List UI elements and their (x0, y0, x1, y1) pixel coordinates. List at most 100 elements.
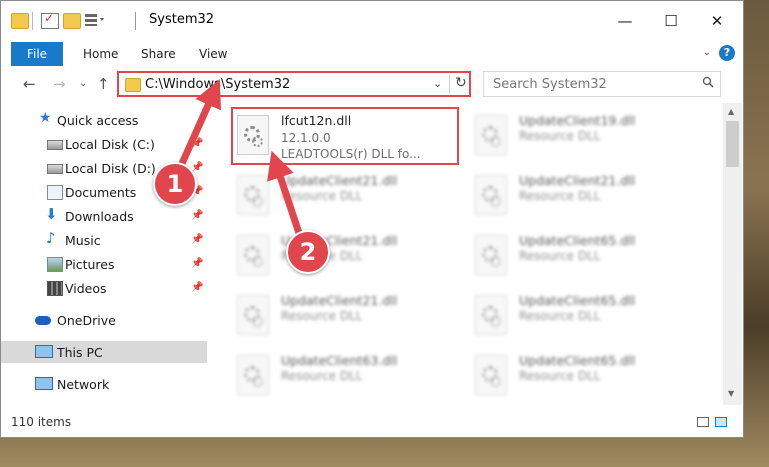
refresh-icon[interactable]: ↻ (455, 75, 467, 91)
tab-file[interactable]: File (11, 42, 63, 66)
search-box[interactable]: Search System32 (483, 71, 721, 97)
chevron-down-icon[interactable]: ⌄ (433, 77, 442, 90)
sidebar-item-local-disk-c[interactable]: Local Disk (C:) 📌 (1, 133, 207, 155)
sidebar-item-label: Documents (65, 185, 137, 200)
sidebar-item-downloads[interactable]: ⬇ Downloads 📌 (1, 205, 207, 227)
tab-view[interactable]: View (199, 47, 227, 61)
file-type: Resource DLL (519, 369, 601, 383)
sidebar-item-label: Pictures (65, 257, 115, 272)
tiles-view-icon[interactable] (715, 417, 727, 427)
search-icon (702, 76, 714, 88)
file-type: Resource DLL (281, 309, 363, 323)
sidebar-item-quick-access[interactable]: ★ Quick access (1, 109, 207, 131)
file-item[interactable]: UpdateClient65.dll Resource DLL (469, 347, 699, 403)
drive-icon (47, 140, 63, 150)
file-type: Resource DLL (519, 309, 601, 323)
expand-ribbon-icon[interactable]: ⌄ (703, 47, 711, 58)
item-count: 110 items (11, 415, 72, 429)
sidebar-item-music[interactable]: ♪ Music 📌 (1, 229, 207, 251)
folder-icon (11, 13, 29, 29)
tab-share[interactable]: Share (141, 47, 176, 61)
dll-file-icon (237, 175, 269, 215)
sidebar-item-label: Local Disk (C:) (65, 137, 155, 152)
properties-icon[interactable]: ✓ (41, 11, 59, 29)
sidebar-item-network[interactable]: Network (1, 373, 207, 395)
step-badge-1: 1 (153, 162, 197, 206)
scroll-up-icon[interactable]: ▲ (728, 107, 734, 116)
cloud-icon (35, 316, 51, 325)
tab-home[interactable]: Home (83, 47, 118, 61)
music-icon: ♪ (46, 229, 56, 247)
file-item[interactable]: UpdateClient65.dll Resource DLL (469, 227, 699, 283)
search-input[interactable]: Search System32 (493, 77, 607, 92)
back-icon[interactable]: ← (23, 75, 36, 93)
file-name: UpdateClient65.dll (519, 293, 636, 308)
scroll-down-icon[interactable]: ▼ (728, 389, 734, 398)
pin-icon[interactable]: 📌 (191, 210, 203, 221)
network-icon (35, 377, 53, 390)
videos-icon (47, 281, 63, 296)
dll-file-icon (237, 355, 269, 395)
sidebar-item-videos[interactable]: Videos 📌 (1, 277, 207, 299)
computer-icon (35, 345, 53, 358)
star-icon: ★ (39, 110, 52, 126)
divider (135, 12, 136, 30)
sidebar-item-this-pc[interactable]: This PC (1, 341, 207, 363)
title-bar: ✓ System32 — ☐ ✕ (1, 1, 743, 41)
details-view-icon[interactable] (697, 417, 709, 427)
documents-icon (47, 185, 63, 200)
highlight-frame (231, 107, 459, 165)
forward-icon[interactable]: → (53, 75, 66, 93)
file-name: UpdateClient19.dll (519, 113, 636, 128)
close-button[interactable]: ✕ (695, 8, 739, 34)
sidebar-item-label: Quick access (57, 113, 139, 128)
help-icon[interactable]: ? (719, 45, 735, 61)
pictures-icon (47, 257, 63, 272)
drive-icon (47, 164, 63, 174)
minimize-button[interactable]: — (603, 8, 647, 34)
file-item[interactable]: UpdateClient63.dll Resource DLL (231, 347, 461, 403)
file-item[interactable]: UpdateClient19.dll Resource DLL (469, 107, 699, 163)
dll-file-icon (475, 295, 507, 335)
new-folder-icon[interactable] (63, 13, 81, 29)
address-bar[interactable]: C:\Windows\System32 ⌄ ↻ (117, 71, 471, 97)
sidebar-item-label: Network (57, 377, 110, 392)
dll-file-icon (475, 175, 507, 215)
file-item[interactable]: UpdateClient21.dll Resource DLL (231, 227, 461, 283)
pin-icon[interactable]: 📌 (191, 234, 203, 245)
window-title: System32 (149, 12, 215, 27)
file-name: UpdateClient21.dll (281, 173, 398, 188)
up-icon[interactable]: ↑ (97, 75, 110, 93)
recent-locations-icon[interactable]: ⌄ (79, 78, 87, 89)
pin-icon[interactable]: 📌 (191, 282, 203, 293)
vertical-scrollbar[interactable]: ▲ ▼ (723, 103, 742, 405)
file-item[interactable]: UpdateClient21.dll Resource DLL (469, 167, 699, 223)
file-item[interactable]: UpdateClient65.dll Resource DLL (469, 287, 699, 343)
dll-file-icon (237, 295, 269, 335)
dll-file-icon (475, 355, 507, 395)
file-type: Resource DLL (519, 129, 601, 143)
sidebar-item-pictures[interactable]: Pictures 📌 (1, 253, 207, 275)
address-path[interactable]: C:\Windows\System32 (145, 77, 290, 92)
dll-file-icon (237, 235, 269, 275)
sidebar-item-label: Music (65, 233, 101, 248)
sidebar-item-onedrive[interactable]: OneDrive (1, 309, 207, 331)
sidebar-item-label: This PC (57, 345, 103, 360)
file-type: Resource DLL (281, 369, 363, 383)
folder-icon (125, 78, 141, 92)
maximize-button[interactable]: ☐ (649, 8, 693, 34)
scroll-thumb[interactable] (726, 121, 739, 167)
pin-icon[interactable]: 📌 (191, 258, 203, 269)
file-name: UpdateClient63.dll (281, 353, 398, 368)
divider (449, 75, 450, 93)
dll-file-icon (475, 115, 507, 155)
ribbon-tabs: File Home Share View ⌄ ? (1, 41, 743, 68)
pin-icon[interactable]: 📌 (191, 138, 203, 149)
sidebar-item-label: OneDrive (57, 313, 116, 328)
file-item[interactable]: UpdateClient21.dll Resource DLL (231, 167, 461, 223)
customize-toolbar-icon[interactable] (85, 13, 104, 27)
dll-file-icon (475, 235, 507, 275)
download-icon: ⬇ (45, 205, 58, 223)
file-item[interactable]: UpdateClient21.dll Resource DLL (231, 287, 461, 343)
sidebar-item-label: Videos (65, 281, 107, 296)
